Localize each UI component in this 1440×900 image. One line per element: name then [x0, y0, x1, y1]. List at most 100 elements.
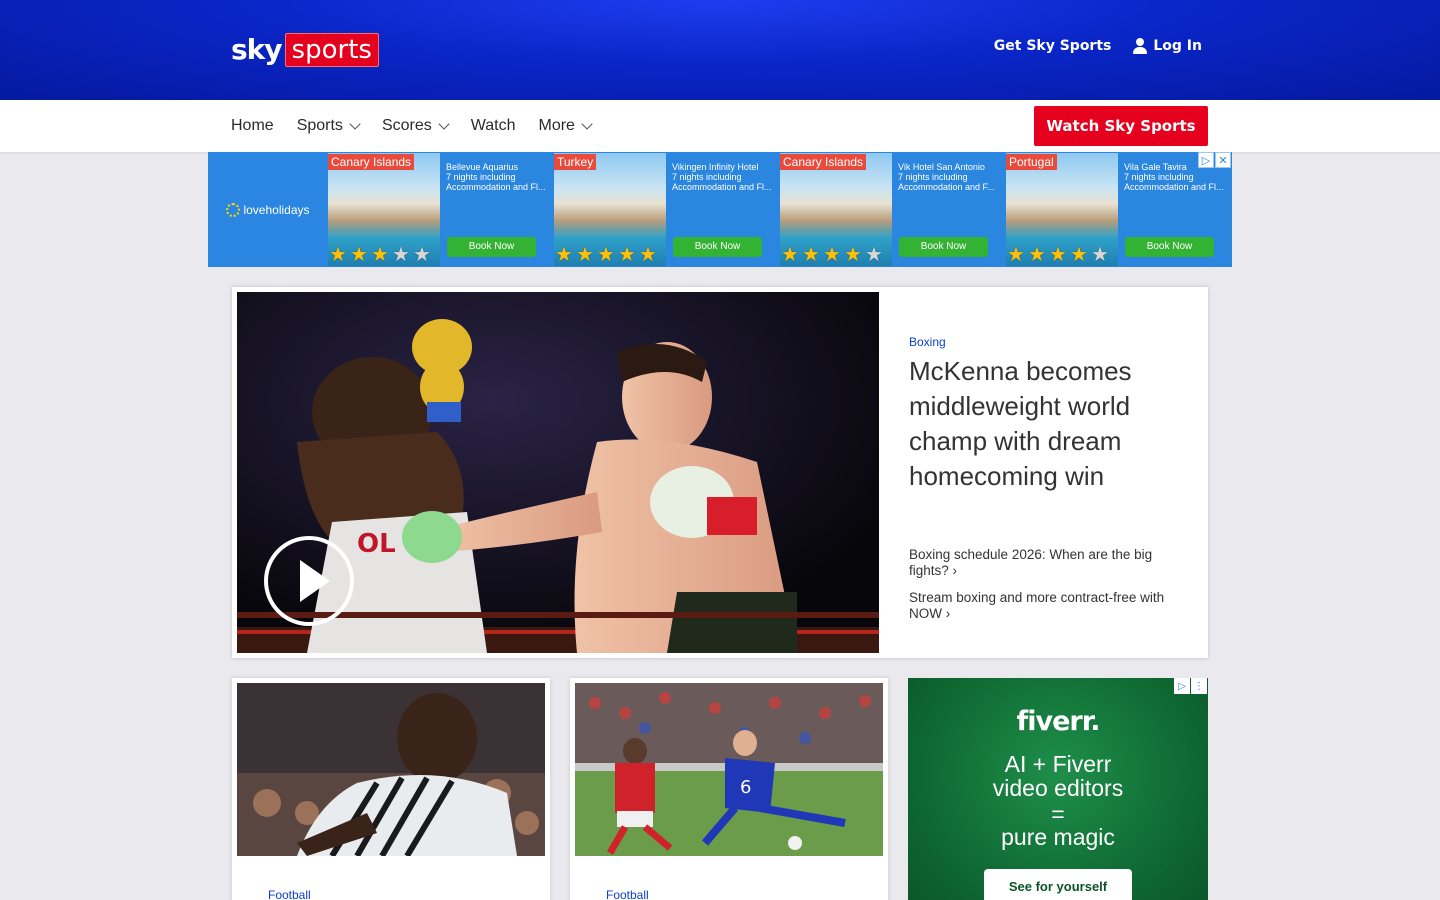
logo-sky-text: sky — [231, 33, 283, 66]
holiday-deal[interactable]: Portugal ★ ★ ★ ★ ★ Vila Gale Tavira 7 nights in… — [1006, 152, 1232, 267]
book-now-button[interactable]: Book Now — [447, 237, 536, 257]
deal-nights: 7 nights including — [898, 172, 968, 182]
fiverr-ad-line: pure magic — [1001, 824, 1115, 850]
story-image[interactable]: 6 — [575, 683, 883, 856]
star-icon: ★ — [1028, 242, 1046, 266]
nav-item-scores[interactable]: Scores — [381, 117, 450, 135]
book-now-button[interactable]: Book Now — [1125, 237, 1214, 257]
svg-text:OL: OL — [357, 529, 396, 559]
nav-item-label: Sports — [296, 117, 343, 134]
star-icon: ★ — [781, 242, 799, 266]
header-links: Get Sky Sports Log In — [994, 38, 1202, 54]
get-sky-sports-label: Get Sky Sports — [993, 38, 1112, 54]
story-image[interactable] — [237, 683, 545, 856]
close-ad-icon[interactable]: ✕ — [1215, 152, 1231, 168]
holiday-deal[interactable]: Canary Islands ★ ★ ★ ★ ★ Vik Hotel San Antonio… — [780, 152, 1006, 267]
deal-list: Canary Islands ★ ★ ★ ★ ★ Bellevue Aquarius 7 ni… — [328, 152, 1232, 267]
deal-info: Vik Hotel San Antonio 7 nights including A… — [892, 152, 1006, 267]
star-icon: ★ — [576, 242, 594, 266]
nav-items: Home Sports Scores Watch More — [231, 100, 593, 152]
nav-item-label: More — [538, 117, 575, 134]
hero-image[interactable]: OL — [237, 292, 879, 653]
chevron-right-icon: › — [945, 606, 951, 621]
sun-icon — [226, 202, 241, 217]
ad-brand-name: loveholidays — [243, 202, 310, 217]
deal-destination: Canary Islands — [328, 154, 415, 170]
football-match-photo: 6 — [575, 683, 883, 856]
story-card[interactable]: Football — [232, 678, 550, 900]
masthead: sky sports Get Sky Sports Log In — [0, 0, 1440, 100]
holiday-deal[interactable]: Turkey ★ ★ ★ ★ ★ Vikingen Infinity Hotel 7 nigh… — [554, 152, 780, 267]
deal-image[interactable]: Canary Islands ★ ★ ★ ★ ★ — [780, 153, 892, 266]
deal-nights: 7 nights including — [672, 172, 742, 182]
get-sky-sports-link[interactable]: Get Sky Sports — [994, 38, 1112, 54]
more-options-icon[interactable]: ⋮ — [1191, 678, 1207, 694]
fiverr-logo: fiverr. — [1016, 706, 1101, 737]
deal-description: Accommodation and F... — [898, 182, 995, 192]
star-icon: ★ — [1091, 242, 1109, 266]
fiverr-ad[interactable]: fiverr. AI + Fiverr video editors = pure… — [908, 678, 1208, 900]
login-label: Log In — [1153, 38, 1202, 54]
ad-choices[interactable]: ▷ ✕ — [1198, 152, 1231, 168]
deal-image[interactable]: Portugal ★ ★ ★ ★ ★ — [1006, 153, 1118, 266]
see-for-yourself-button[interactable]: See for yourself — [984, 869, 1132, 900]
star-icon: ★ — [618, 242, 636, 266]
deal-image[interactable]: Turkey ★ ★ ★ ★ ★ — [554, 153, 666, 266]
hero-story[interactable]: OL Boxing McKenna becomes middleweight w… — [232, 287, 1208, 658]
adchoices-icon[interactable]: ▷ — [1174, 678, 1190, 694]
main-nav: Home Sports Scores Watch More Watch Sky Spor… — [0, 100, 1440, 152]
nav-item-watch[interactable]: Watch — [471, 117, 516, 135]
star-icon: ★ — [844, 242, 862, 266]
ad-choices[interactable]: ▷ ⋮ — [1174, 678, 1207, 694]
holiday-deal[interactable]: Canary Islands ★ ★ ★ ★ ★ Bellevue Aquarius 7 ni… — [328, 152, 554, 267]
book-now-button[interactable]: Book Now — [673, 237, 762, 257]
ad-brand-logo[interactable]: loveholidays — [208, 152, 328, 267]
nav-item-sports[interactable]: Sports — [296, 117, 361, 135]
related-link-schedule[interactable]: Boxing schedule 2026: When are the big f… — [909, 547, 1189, 579]
nav-item-home[interactable]: Home — [231, 117, 274, 135]
star-icon: ★ — [1049, 242, 1067, 266]
deal-nights: 7 nights including — [1124, 172, 1194, 182]
play-video-icon[interactable] — [264, 536, 354, 626]
star-rating: ★ ★ ★ ★ ★ — [329, 244, 433, 264]
related-link-label: Boxing schedule 2026: When are the big f… — [909, 547, 1153, 578]
book-now-button[interactable]: Book Now — [899, 237, 988, 257]
deal-image[interactable]: Canary Islands ★ ★ ★ ★ ★ — [328, 153, 440, 266]
star-rating: ★ ★ ★ ★ ★ — [1007, 244, 1111, 264]
related-link-stream[interactable]: Stream boxing and more contract-free wit… — [909, 590, 1189, 622]
deal-info: Vikingen Infinity Hotel 7 nights includin… — [666, 152, 780, 267]
user-icon — [1133, 38, 1148, 54]
story-card[interactable]: 6 Football — [570, 678, 888, 900]
deal-description: Accommodation and Fl... — [446, 182, 546, 192]
star-rating: ★ ★ ★ ★ ★ — [555, 244, 659, 264]
loveholidays-ad[interactable]: loveholidays Canary Islands ★ ★ ★ ★ ★ Bellevue… — [208, 152, 1232, 267]
watch-sky-sports-button[interactable]: Watch Sky Sports — [1034, 106, 1208, 146]
adchoices-icon[interactable]: ▷ — [1198, 152, 1214, 168]
login-link[interactable]: Log In — [1133, 38, 1202, 54]
star-icon: ★ — [1070, 242, 1088, 266]
deal-hotel-name: Vikingen Infinity Hotel — [672, 162, 759, 172]
hero-category[interactable]: Boxing — [909, 335, 946, 349]
footballer-photo — [237, 683, 545, 856]
nav-item-label: Scores — [381, 117, 432, 134]
star-icon: ★ — [639, 242, 657, 266]
star-icon: ★ — [329, 242, 347, 266]
story-category[interactable]: Football — [606, 888, 649, 900]
deal-info: Vila Gale Tavira 7 nights including Accomm… — [1118, 152, 1232, 267]
star-icon: ★ — [823, 242, 841, 266]
story-category[interactable]: Football — [268, 888, 311, 900]
star-rating: ★ ★ ★ ★ ★ — [781, 244, 885, 264]
deal-destination: Canary Islands — [780, 154, 867, 170]
chevron-right-icon: › — [952, 563, 958, 578]
deal-info: Bellevue Aquarius 7 nights including Accom… — [440, 152, 554, 267]
star-icon: ★ — [371, 242, 389, 266]
sky-sports-logo[interactable]: sky sports — [231, 33, 379, 67]
nav-item-more[interactable]: More — [538, 117, 593, 135]
star-icon: ★ — [1007, 242, 1025, 266]
chevron-down-icon — [438, 117, 450, 130]
star-icon: ★ — [865, 242, 883, 266]
hero-headline[interactable]: McKenna becomes middleweight world champ… — [909, 354, 1179, 494]
hero-text: Boxing McKenna becomes middleweight worl… — [879, 292, 1203, 653]
chevron-down-icon — [349, 117, 361, 130]
nav-item-label: Watch — [470, 117, 516, 134]
